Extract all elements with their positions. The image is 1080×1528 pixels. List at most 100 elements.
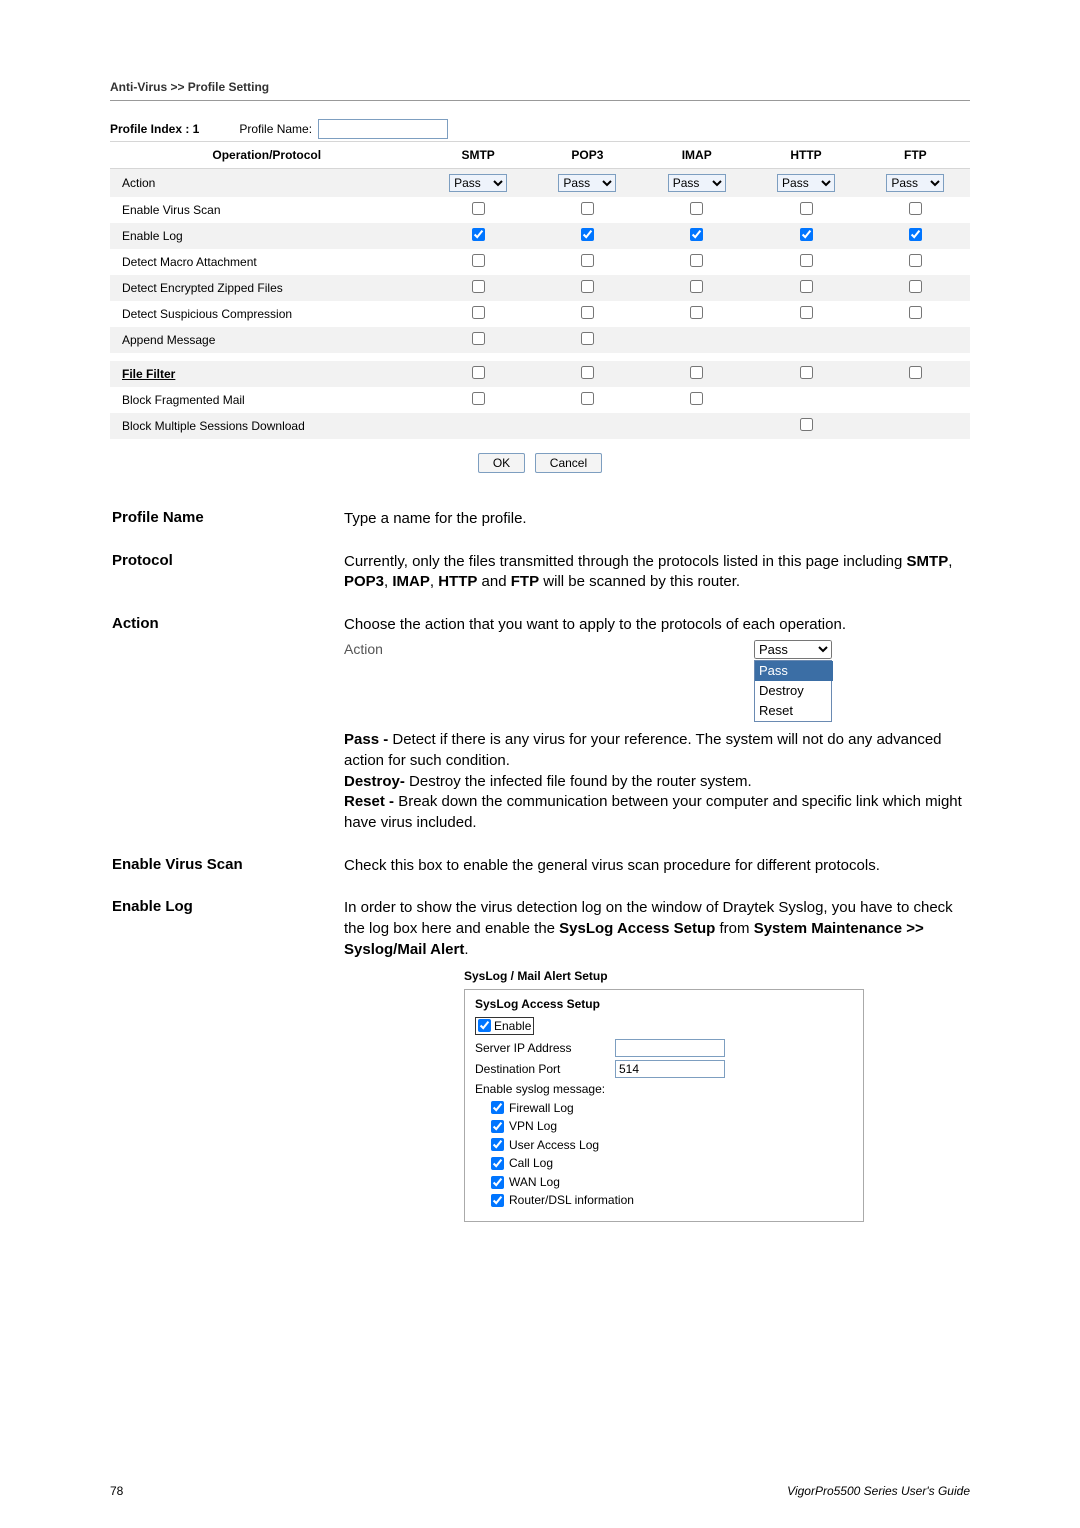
def-term-enable-log: Enable Log (112, 888, 342, 1232)
chk[interactable] (472, 366, 485, 379)
chk[interactable] (581, 280, 594, 293)
chk[interactable] (472, 280, 485, 293)
chk[interactable] (472, 332, 485, 345)
row-label: Enable Log (110, 223, 423, 249)
text: Currently, only the files transmitted th… (344, 553, 907, 570)
chk[interactable] (800, 254, 813, 267)
call-log-chk[interactable] (491, 1157, 504, 1170)
text: SysLog Access Setup (559, 920, 715, 937)
text: from (715, 920, 753, 937)
table-row: Block Fragmented Mail (110, 387, 970, 413)
chk[interactable] (581, 332, 594, 345)
chk[interactable] (581, 202, 594, 215)
chk[interactable] (472, 228, 485, 241)
text: Detect if there is any virus for your re… (344, 731, 942, 769)
table-row: Enable Virus Scan (110, 197, 970, 223)
table-row: Detect Macro Attachment (110, 249, 970, 275)
chk[interactable] (909, 366, 922, 379)
def-desc-profile-name: Type a name for the profile. (344, 499, 968, 540)
action-smtp-select[interactable]: Pass (449, 174, 507, 192)
chk[interactable] (581, 392, 594, 405)
row-label: Detect Suspicious Compression (110, 301, 423, 327)
text: IMAP (392, 573, 430, 590)
chk[interactable] (909, 306, 922, 319)
table-header-row: Operation/Protocol SMTP POP3 IMAP HTTP F… (110, 142, 970, 169)
chk[interactable] (690, 392, 703, 405)
action-dropdown-label: Action (344, 640, 754, 659)
chk[interactable] (690, 228, 703, 241)
table-row: Detect Suspicious Compression (110, 301, 970, 327)
text: Pass - (344, 731, 392, 748)
chk-label: WAN Log (509, 1174, 560, 1191)
action-imap-select[interactable]: Pass (668, 174, 726, 192)
def-term-enable-virus: Enable Virus Scan (112, 846, 342, 887)
action-dropdown-open[interactable]: Pass Destroy Reset (754, 660, 832, 722)
chk[interactable] (800, 306, 813, 319)
chk[interactable] (690, 202, 703, 215)
vpn-log-chk[interactable] (491, 1120, 504, 1133)
chk[interactable] (690, 280, 703, 293)
th-http: HTTP (751, 142, 860, 169)
chk[interactable] (581, 228, 594, 241)
chk-label: Router/DSL information (509, 1192, 634, 1209)
row-label: Detect Encrypted Zipped Files (110, 275, 423, 301)
syslog-enable-chk[interactable] (478, 1019, 491, 1032)
dest-port-input[interactable] (615, 1060, 725, 1078)
chk[interactable] (472, 392, 485, 405)
action-http-select[interactable]: Pass (777, 174, 835, 192)
enable-msg-label: Enable syslog message: (475, 1081, 853, 1098)
text: Destroy the infected file found by the r… (409, 773, 752, 790)
server-ip-input[interactable] (615, 1039, 725, 1057)
dropdown-option[interactable]: Pass (755, 661, 833, 681)
table-row: Block Multiple Sessions Download (110, 413, 970, 439)
chk-label: VPN Log (509, 1118, 557, 1135)
chk[interactable] (472, 306, 485, 319)
row-label: Append Message (110, 327, 423, 353)
row-label: Detect Macro Attachment (110, 249, 423, 275)
footer: 78 VigorPro5500 Series User's Guide (110, 1484, 970, 1498)
file-filter-link[interactable]: File Filter (122, 367, 175, 381)
profile-name-label: Profile Name: (239, 122, 312, 136)
server-ip-label: Server IP Address (475, 1040, 615, 1057)
chk[interactable] (800, 202, 813, 215)
action-pop3-select[interactable]: Pass (558, 174, 616, 192)
firewall-log-chk[interactable] (491, 1101, 504, 1114)
router-dsl-chk[interactable] (491, 1194, 504, 1207)
chk[interactable] (690, 306, 703, 319)
wan-log-chk[interactable] (491, 1176, 504, 1189)
chk[interactable] (800, 366, 813, 379)
user-access-log-chk[interactable] (491, 1138, 504, 1151)
chk[interactable] (800, 280, 813, 293)
chk[interactable] (472, 202, 485, 215)
table-row: Detect Encrypted Zipped Files (110, 275, 970, 301)
chk[interactable] (690, 366, 703, 379)
button-row: OK Cancel (110, 453, 970, 473)
row-label: Enable Virus Scan (110, 197, 423, 223)
ok-button[interactable]: OK (478, 453, 525, 473)
chk[interactable] (472, 254, 485, 267)
cancel-button[interactable]: Cancel (535, 453, 602, 473)
text: Destroy- (344, 773, 409, 790)
page-number: 78 (110, 1484, 123, 1498)
chk[interactable] (909, 280, 922, 293)
chk[interactable] (800, 228, 813, 241)
chk[interactable] (581, 306, 594, 319)
def-desc-protocol: Currently, only the files transmitted th… (344, 542, 968, 603)
chk[interactable] (909, 202, 922, 215)
table-row: Enable Log (110, 223, 970, 249)
action-dropdown[interactable]: Pass (754, 640, 832, 659)
table-row-file-filter: File Filter (110, 361, 970, 387)
chk[interactable] (909, 228, 922, 241)
definitions: Profile Name Type a name for the profile… (110, 497, 970, 1234)
dropdown-option[interactable]: Reset (755, 701, 831, 721)
dropdown-option[interactable]: Destroy (755, 681, 831, 701)
chk[interactable] (581, 254, 594, 267)
chk[interactable] (690, 254, 703, 267)
chk[interactable] (800, 418, 813, 431)
chk-label: Firewall Log (509, 1100, 574, 1117)
text: HTTP (438, 573, 477, 590)
profile-name-input[interactable] (318, 119, 448, 139)
chk[interactable] (909, 254, 922, 267)
action-ftp-select[interactable]: Pass (886, 174, 944, 192)
chk[interactable] (581, 366, 594, 379)
